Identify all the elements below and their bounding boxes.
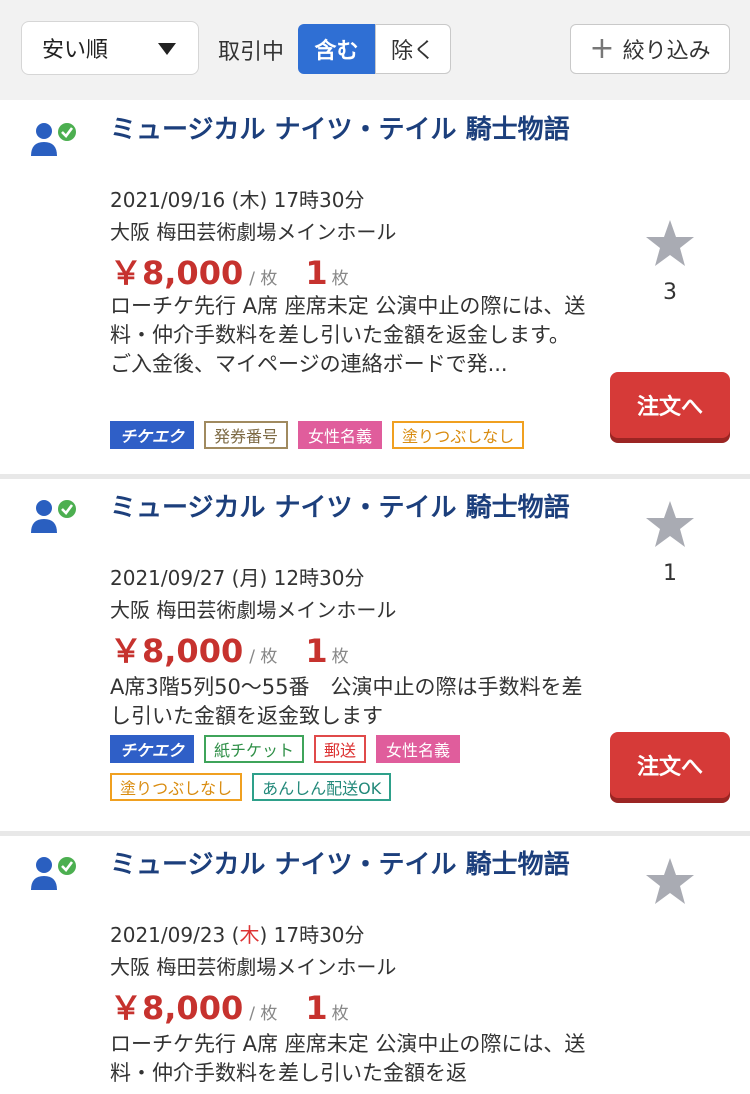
event-title[interactable]: ミュージカル ナイツ・テイル 騎士物語 <box>110 849 600 882</box>
verified-user-icon <box>31 857 76 890</box>
narrow-down-button[interactable]: + 絞り込み <box>570 24 730 74</box>
price-row: ￥8,000 / 枚 1 枚 <box>110 248 349 294</box>
event-date: 2021/09/27 (月) 12時30分 <box>110 562 365 591</box>
quantity-unit: 枚 <box>331 1004 349 1024</box>
tag: 塗りつぶしなし <box>392 421 525 449</box>
weekday-text: (木) <box>232 923 268 947</box>
price-row: ￥8,000 / 枚 1 枚 <box>110 983 349 1029</box>
chevron-down-icon <box>158 43 176 55</box>
weekday-text: (木) <box>231 188 268 212</box>
quantity: 1 <box>305 632 328 670</box>
venue: 大阪 梅田芸術劇場メインホール <box>110 955 397 979</box>
quantity: 1 <box>305 254 328 292</box>
price: ￥8,000 <box>110 632 244 670</box>
favorite-star-icon[interactable] <box>644 499 696 549</box>
quantity-unit: 枚 <box>331 647 349 667</box>
listing-item[interactable]: ミュージカル ナイツ・テイル 騎士物語 2021/09/23 (木) 17時30… <box>0 836 750 1094</box>
event-title[interactable]: ミュージカル ナイツ・テイル 騎士物語 <box>110 114 600 147</box>
listing-item[interactable]: ミュージカル ナイツ・テイル 騎士物語 2021/09/27 (月) 12時30… <box>0 479 750 831</box>
favorite-star-icon[interactable] <box>644 856 696 906</box>
time-text: 17時30分 <box>273 923 365 947</box>
listing-description: A席3階5列50〜55番 公演中止の際は手数料を差し引いた金額を返金致します <box>110 675 583 728</box>
listing-item[interactable]: ミュージカル ナイツ・テイル 騎士物語 2021/09/16 (木) 17時30… <box>0 100 750 474</box>
price: ￥8,000 <box>110 989 244 1027</box>
tag: 女性名義 <box>376 735 461 763</box>
verified-user-icon <box>31 123 76 156</box>
per-unit: / 枚 <box>249 647 278 667</box>
venue: 大阪 梅田芸術劇場メインホール <box>110 598 397 622</box>
sort-select[interactable]: 安い順 <box>21 21 199 75</box>
price: ￥8,000 <box>110 254 244 292</box>
tag: 発券番号 <box>204 421 289 449</box>
listing-description: ローチケ先行 A席 座席未定 公演中止の際には、送料・仲介手数料を差し引いた金額… <box>110 1032 586 1085</box>
date-text: 2021/09/23 <box>110 923 226 947</box>
price-row: ￥8,000 / 枚 1 枚 <box>110 626 349 672</box>
tag: 塗りつぶしなし <box>110 773 243 801</box>
order-button[interactable]: 注文へ <box>610 372 730 438</box>
weekday-day: 木 <box>239 923 260 947</box>
time-text: 12時30分 <box>273 566 365 590</box>
event-date: 2021/09/16 (木) 17時30分 <box>110 184 365 213</box>
per-unit: / 枚 <box>249 1004 278 1024</box>
favorite-count: 1 <box>663 561 677 586</box>
event-date: 2021/09/23 (木) 17時30分 <box>110 919 365 948</box>
plus-icon: + <box>589 31 615 66</box>
quantity-unit: 枚 <box>331 269 349 289</box>
order-button[interactable]: 注文へ <box>610 732 730 798</box>
tag: 女性名義 <box>298 421 383 449</box>
tag-list: チケエク 紙チケット 郵送 女性名義 塗りつぶしなし あんしん配送OK <box>110 735 570 801</box>
tag: あんしん配送OK <box>252 773 392 801</box>
event-title[interactable]: ミュージカル ナイツ・テイル 騎士物語 <box>110 492 600 525</box>
weekday-close: ) <box>259 923 268 947</box>
include-button[interactable]: 含む <box>298 24 375 74</box>
venue: 大阪 梅田芸術劇場メインホール <box>110 220 397 244</box>
date-text: 2021/09/27 <box>110 566 226 590</box>
weekday-text: (月) <box>231 566 268 590</box>
listing-description: ローチケ先行 A席 座席未定 公演中止の際には、送料・仲介手数料を差し引いた金額… <box>110 294 586 376</box>
favorite-star-icon[interactable] <box>644 218 696 268</box>
sort-select-label: 安い順 <box>42 38 109 63</box>
trade-status-label: 取引中 <box>218 40 285 65</box>
filter-bar: 安い順 取引中 含む 除く + 絞り込み <box>0 0 750 100</box>
tag: チケエク <box>110 735 195 763</box>
tag: チケエク <box>110 421 195 449</box>
trade-status-toggle: 含む 除く <box>298 24 451 74</box>
exclude-button[interactable]: 除く <box>375 24 451 74</box>
verified-user-icon <box>31 500 76 533</box>
per-unit: / 枚 <box>249 269 278 289</box>
time-text: 17時30分 <box>273 188 365 212</box>
tag: 紙チケット <box>204 735 305 763</box>
tag: 郵送 <box>314 735 367 763</box>
narrow-down-label: 絞り込み <box>622 39 711 64</box>
quantity: 1 <box>305 989 328 1027</box>
date-text: 2021/09/16 <box>110 188 226 212</box>
favorite-count: 3 <box>663 280 677 305</box>
tag-list: チケエク 発券番号 女性名義 塗りつぶしなし <box>110 421 570 449</box>
